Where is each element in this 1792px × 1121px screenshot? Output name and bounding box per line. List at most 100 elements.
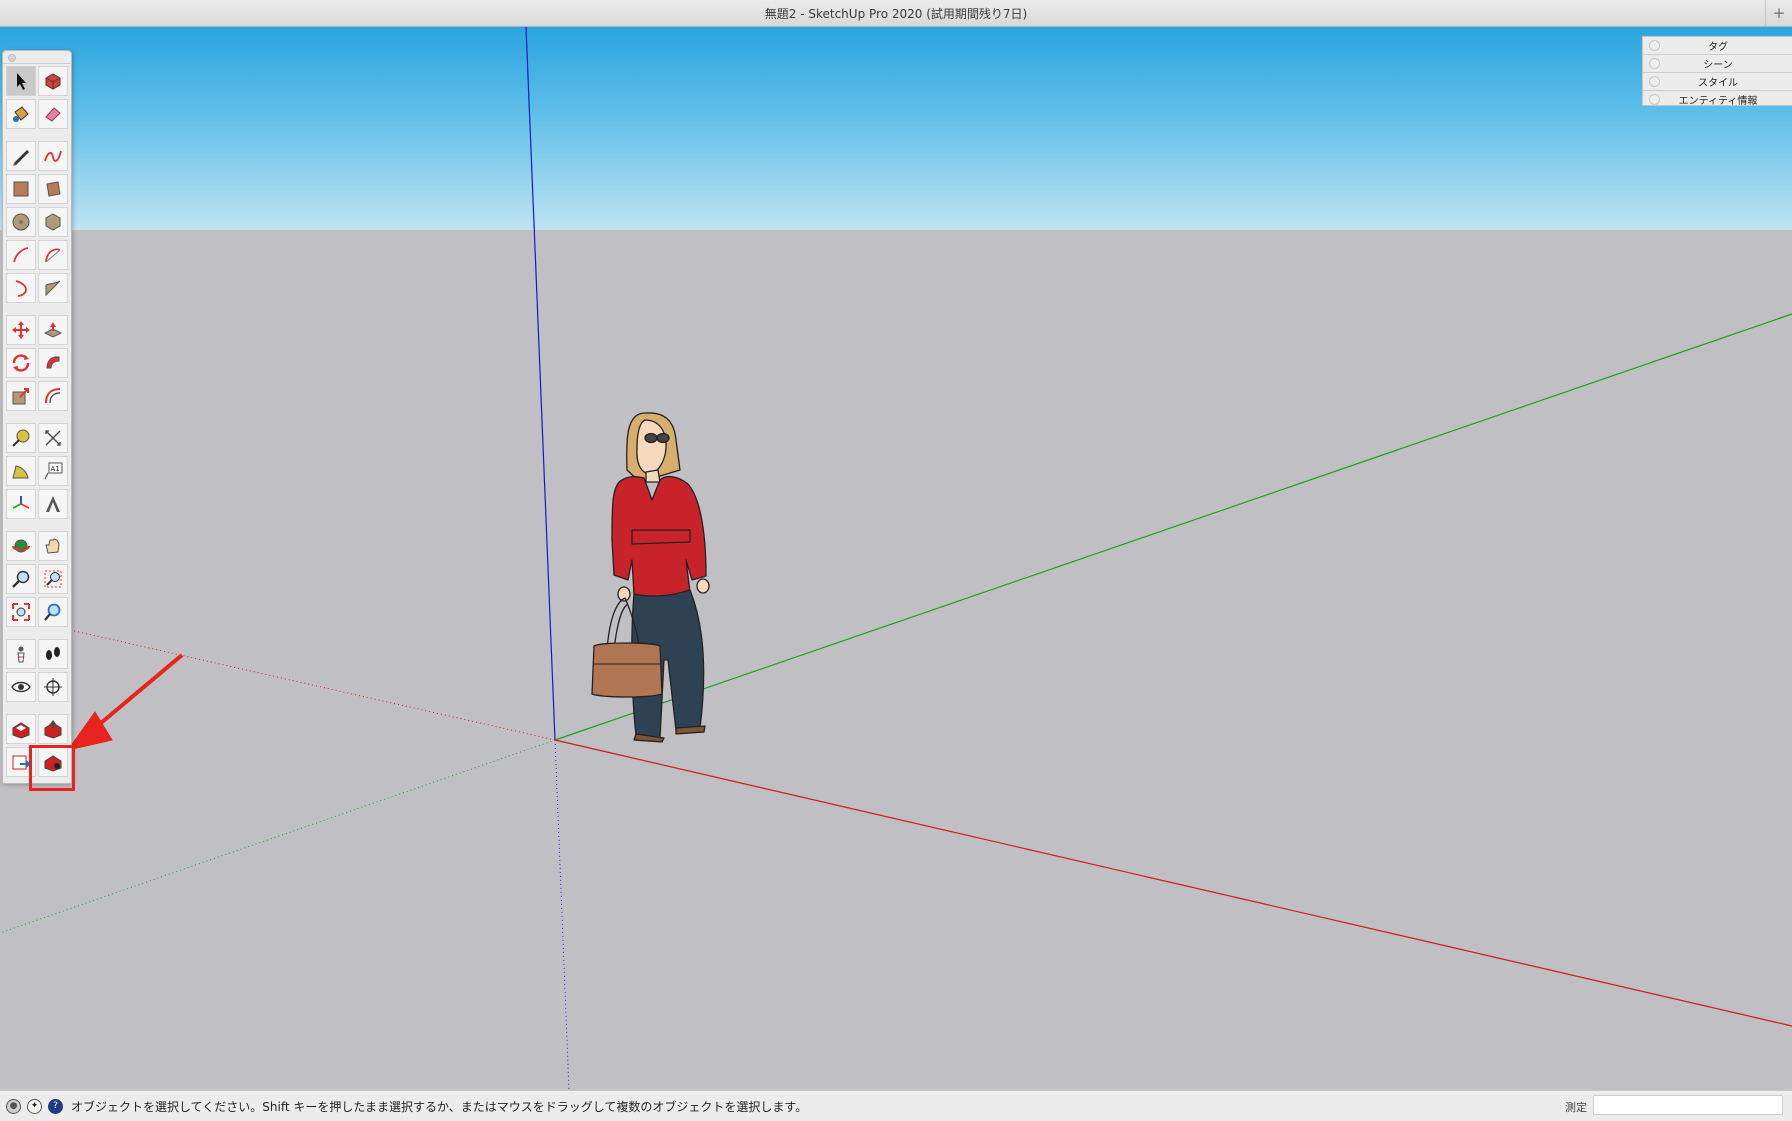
arc-icon [13,247,29,263]
push-pull-icon [43,322,63,338]
tray-item-tags[interactable]: タグ [1643,37,1792,55]
orbit-tool[interactable] [6,531,36,561]
previous-view-icon [44,603,61,621]
offset-icon [45,388,61,404]
magnifier-icon [12,570,30,588]
toolbar-close-button[interactable] [8,54,16,62]
freehand-tool[interactable] [38,141,68,171]
tape-measure-tool[interactable] [6,423,36,453]
warehouse-icon [12,722,30,739]
tray-toggle-icon[interactable] [1649,76,1660,87]
offset-tool[interactable] [38,381,68,411]
toolbar-header[interactable] [3,51,71,64]
polygon-tool[interactable] [38,207,68,237]
rotated-rectangle-tool[interactable] [38,174,68,204]
axes-tool[interactable] [6,489,36,519]
pencil-icon [13,150,29,166]
help-icon[interactable]: ? [48,1098,63,1114]
text-label-icon: A1 [44,462,63,480]
component-icon [45,73,61,90]
tray-item-styles[interactable]: スタイル [1643,73,1792,91]
tray-toggle-icon[interactable] [1649,94,1660,105]
status-message: オブジェクトを選択してください。Shift キーを押したまま選択するか、またはマ… [71,1099,808,1114]
green-axis-dotted [0,739,556,934]
move-tool[interactable] [6,315,36,345]
tray-item-entity-info[interactable]: エンティティ情報 [1643,91,1792,108]
zoom-tool[interactable] [6,564,36,594]
make-component-tool[interactable] [38,66,68,96]
orbit-icon [12,539,30,553]
zoom-window-tool[interactable] [38,564,68,594]
geo-location-icon[interactable]: ● [6,1098,21,1114]
position-camera-tool[interactable] [6,639,36,669]
tray-item-label: シーン [1703,60,1733,71]
tray-item-label: タグ [1708,42,1728,53]
annotation-highlight-box [29,745,75,791]
paint-bucket-tool[interactable] [6,99,36,129]
annotation-arrow [66,653,184,751]
arrow-cursor-icon [17,73,26,90]
follow-me-tool[interactable] [38,348,68,378]
line-tool[interactable] [6,141,36,171]
rectangle-icon [13,181,29,197]
footprints-icon [46,647,60,660]
share-model-tool[interactable] [38,714,68,744]
three-point-arc-icon [15,280,27,297]
tray-item-label: エンティティ情報 [1678,96,1758,107]
two-point-arc-tool[interactable] [38,240,68,270]
3d-text-icon [46,496,60,512]
three-point-arc-tool[interactable] [6,273,36,303]
walk-tool[interactable] [38,639,68,669]
two-point-arc-icon [45,248,61,263]
rotated-rectangle-icon [46,181,61,197]
dimension-icon [45,430,61,446]
eraser-tool[interactable] [38,99,68,129]
previous-view-tool[interactable] [38,597,68,627]
arc-tool[interactable] [6,240,36,270]
tray-toggle-icon[interactable] [1649,58,1660,69]
eye-icon [11,681,31,693]
measurements-input[interactable] [1593,1095,1783,1115]
credits-icon[interactable]: ✦ [27,1098,42,1114]
freehand-icon [44,150,62,162]
zoom-extents-icon [12,603,30,621]
section-plane-icon [44,678,62,696]
look-around-tool[interactable] [6,672,36,702]
push-pull-tool[interactable] [38,315,68,345]
status-bar: ● ✦ ? オブジェクトを選択してください。Shift キーを押したまま選択する… [0,1090,1792,1121]
dimension-tool[interactable] [38,423,68,453]
model-viewport[interactable] [0,0,1792,1120]
circle-tool[interactable] [6,207,36,237]
polygon-icon [45,213,61,231]
axes-icon [12,496,30,509]
select-tool[interactable] [6,66,36,96]
protractor-tool[interactable] [6,456,36,486]
hand-icon [45,538,60,554]
pan-tool[interactable] [38,531,68,561]
rectangle-tool[interactable] [6,174,36,204]
svg-text:A1: A1 [51,465,60,473]
zoom-window-icon [44,570,62,588]
scale-icon [12,388,29,405]
pie-icon [45,280,61,297]
circle-icon [12,213,30,231]
tray-toggle-icon[interactable] [1649,40,1660,51]
default-tray: タグ シーン スタイル エンティティ情報 [1642,36,1792,108]
3d-text-tool[interactable] [38,489,68,519]
protractor-icon [12,465,29,479]
3d-warehouse-tool[interactable] [6,714,36,744]
tray-item-scenes[interactable]: シーン [1643,55,1792,73]
pie-tool[interactable] [38,273,68,303]
rotate-icon [12,354,30,372]
section-plane-tool[interactable] [38,672,68,702]
zoom-extents-tool[interactable] [6,597,36,627]
scale-tool[interactable] [6,381,36,411]
large-tool-set-toolbar: A1 [2,50,72,784]
paint-bucket-icon [13,106,29,122]
eraser-icon [45,107,61,122]
text-tool[interactable]: A1 [38,456,68,486]
share-model-icon [44,720,62,739]
measurements-label: 測定 [1565,1101,1587,1114]
rotate-tool[interactable] [6,348,36,378]
tray-item-label: スタイル [1698,78,1738,89]
